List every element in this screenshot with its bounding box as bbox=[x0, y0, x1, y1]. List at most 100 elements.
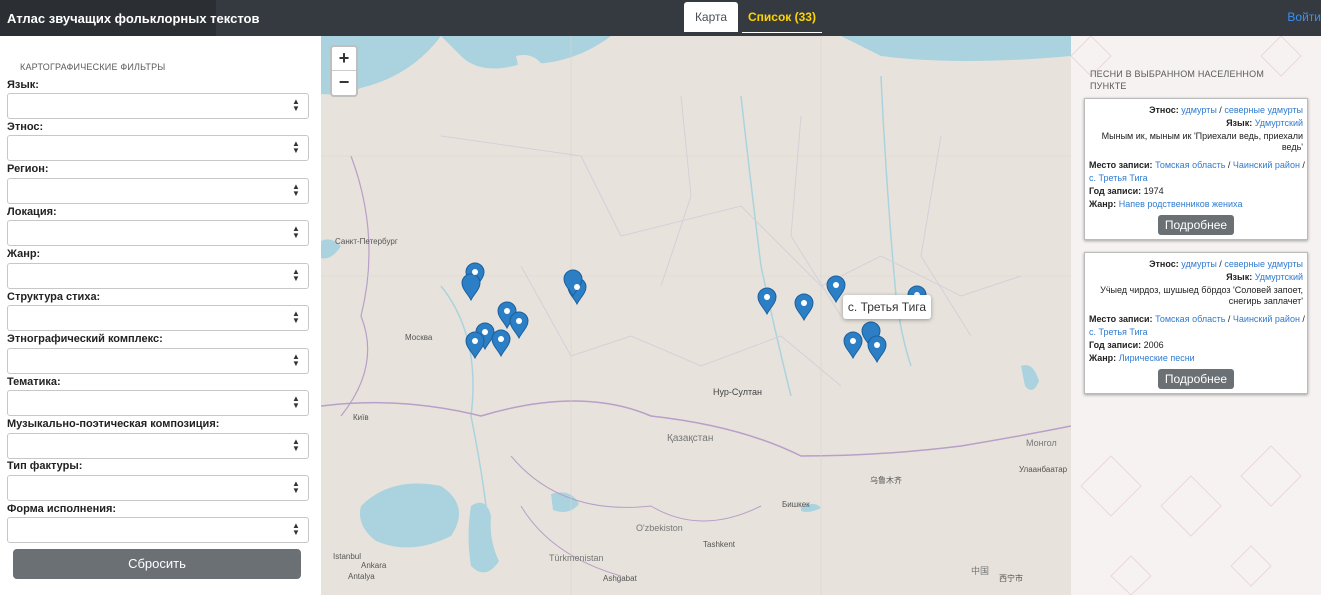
map-marker[interactable] bbox=[491, 329, 511, 358]
select-arrows-icon: ▲ ▼ bbox=[292, 267, 300, 283]
filter-label-genre: Жанр: bbox=[7, 248, 41, 260]
map-marker[interactable] bbox=[794, 293, 814, 322]
place-label-urumqi: 乌鲁木齐 bbox=[870, 475, 902, 485]
tab-map[interactable]: Карта bbox=[684, 2, 738, 32]
select-arrows-icon: ▲ ▼ bbox=[292, 309, 300, 325]
filter-label-language: Язык: bbox=[7, 79, 39, 91]
app-title-block: Атлас звучащих фольклорных текстов bbox=[0, 0, 259, 36]
place-label-ashgabat: Ashgabat bbox=[603, 574, 638, 583]
place-label-mongolia: Монгол bbox=[1026, 438, 1057, 448]
place-label-istanbul: Istanbul bbox=[333, 552, 361, 561]
select-arrows-icon: ▲ ▼ bbox=[292, 521, 300, 537]
filter-sidebar: КАРТОГРАФИЧЕСКИЕ ФИЛЬТРЫ Язык: ▲ ▼ Этнос:… bbox=[0, 36, 321, 595]
place-label-bishkek: Бишкек bbox=[782, 500, 810, 509]
caspian-sea bbox=[468, 502, 499, 573]
song-title: Уӵыед чирдоз, шушыед бöрдоз 'Соловей зап… bbox=[1100, 285, 1303, 306]
place-region-link[interactable]: Томская область bbox=[1155, 314, 1225, 324]
select-arrows-icon: ▲ ▼ bbox=[292, 352, 300, 368]
marker-dot bbox=[472, 338, 478, 344]
genre-link[interactable]: Лирические песни bbox=[1119, 353, 1195, 363]
place-label-turkmenistan: Türkmenistan bbox=[549, 553, 604, 563]
map-marker[interactable] bbox=[465, 331, 485, 360]
place-district-link[interactable]: Чаинский район bbox=[1233, 160, 1300, 170]
filter-select-verse-structure[interactable]: ▲ ▼ bbox=[7, 305, 309, 331]
filter-label-theme: Тематика: bbox=[7, 376, 61, 388]
marker-tooltip: с. Третья Тига bbox=[843, 295, 931, 319]
map-marker[interactable] bbox=[757, 287, 777, 316]
login-link[interactable]: Войти bbox=[1287, 10, 1321, 24]
arctic-coast bbox=[841, 36, 1071, 61]
place-label-kyiv: Київ bbox=[353, 413, 369, 422]
place-label-nur-sultan: Нур-Султан bbox=[713, 387, 762, 397]
tab-list[interactable]: Список (33) bbox=[742, 2, 822, 33]
place-label-ulaanbaatar: Улаанбаатар bbox=[1019, 465, 1068, 474]
filter-select-performance-form[interactable]: ▲ ▼ bbox=[7, 517, 309, 543]
zoom-in-button[interactable]: + bbox=[332, 47, 356, 71]
map-marker[interactable] bbox=[843, 331, 863, 360]
details-button[interactable]: Подробнее bbox=[1158, 369, 1234, 389]
place-label-moscow: Москва bbox=[405, 333, 433, 342]
reset-button[interactable]: Сбросить bbox=[13, 549, 301, 579]
select-arrows-icon: ▲ ▼ bbox=[292, 224, 300, 240]
select-arrows-icon: ▲ ▼ bbox=[292, 479, 300, 495]
russia-southern-border bbox=[321, 400, 1071, 457]
filter-select-texture-type[interactable]: ▲ ▼ bbox=[7, 475, 309, 501]
place-region-link[interactable]: Томская область bbox=[1155, 160, 1225, 170]
select-arrows-icon: ▲ ▼ bbox=[292, 394, 300, 410]
genre-link[interactable]: Напев родственников жениха bbox=[1119, 199, 1243, 209]
place-label-kazakhstan: Қазақстан bbox=[667, 433, 713, 444]
marker-dot bbox=[504, 308, 510, 314]
marker-dot bbox=[574, 284, 580, 290]
ob-river bbox=[740, 95, 792, 397]
filter-select-ethnographic-complex[interactable]: ▲ ▼ bbox=[7, 348, 309, 374]
marker-dot bbox=[801, 300, 807, 306]
zoom-control: + − bbox=[330, 45, 358, 97]
marker-dot bbox=[874, 342, 880, 348]
ethnos-link[interactable]: удмурты bbox=[1181, 105, 1217, 115]
map-marker[interactable] bbox=[461, 273, 481, 302]
filter-select-location[interactable]: ▲ ▼ bbox=[7, 220, 309, 246]
ethnos-label: Этнос: bbox=[1149, 105, 1179, 115]
volga-river bbox=[440, 285, 487, 507]
place-label-xining: 西宁市 bbox=[999, 573, 1023, 583]
place-label-uzbekistan: O'zbekiston bbox=[636, 523, 683, 533]
place-district-link[interactable]: Чаинский район bbox=[1233, 314, 1300, 324]
marker-dot bbox=[833, 282, 839, 288]
details-button[interactable]: Подробнее bbox=[1158, 215, 1234, 235]
ethnos-label: Этнос: bbox=[1149, 259, 1179, 269]
language-link[interactable]: Удмуртский bbox=[1255, 118, 1303, 128]
app-title[interactable]: Атлас звучащих фольклорных текстов bbox=[7, 11, 259, 26]
graticule bbox=[321, 155, 1071, 277]
filter-label-performance-form: Форма исполнения: bbox=[7, 503, 117, 515]
filter-select-region[interactable]: ▲ ▼ bbox=[7, 178, 309, 204]
yenisei-river bbox=[880, 75, 912, 367]
genre-row: Жанр: Лирические песни bbox=[1085, 352, 1307, 365]
song-title: Мыным ик, мыным ик 'Приехали ведь, приех… bbox=[1101, 131, 1303, 152]
marker-dot bbox=[498, 336, 504, 342]
filter-select-language[interactable]: ▲ ▼ bbox=[7, 93, 309, 119]
filter-select-composition[interactable]: ▲ ▼ bbox=[7, 433, 309, 459]
map-marker[interactable] bbox=[867, 335, 887, 364]
filter-select-ethnos[interactable]: ▲ ▼ bbox=[7, 135, 309, 161]
filter-label-region: Регион: bbox=[7, 163, 49, 175]
ethnos-sub-link[interactable]: северные удмурты bbox=[1224, 259, 1303, 269]
ethnos-link[interactable]: удмурты bbox=[1181, 259, 1217, 269]
place-label-spb: Санкт-Петербург bbox=[335, 237, 398, 246]
language-row: Язык: Удмуртский bbox=[1085, 271, 1307, 284]
zoom-out-button[interactable]: − bbox=[332, 71, 356, 95]
place-village-link[interactable]: с. Третья Тига bbox=[1089, 327, 1148, 337]
black-sea bbox=[360, 483, 459, 548]
language-link[interactable]: Удмуртский bbox=[1255, 272, 1303, 282]
filter-label-ethnos: Этнос: bbox=[7, 121, 44, 133]
filter-select-theme[interactable]: ▲ ▼ bbox=[7, 390, 309, 416]
genre-label: Жанр: bbox=[1089, 353, 1117, 363]
ethnos-sub-link[interactable]: северные удмурты bbox=[1224, 105, 1303, 115]
filter-select-genre[interactable]: ▲ ▼ bbox=[7, 263, 309, 289]
russia-western-border bbox=[340, 155, 370, 417]
kazakhstan-border bbox=[510, 455, 762, 522]
map-marker[interactable] bbox=[509, 311, 529, 340]
map-view[interactable]: Санкт-Петербург Москва Київ Нур-Султан Қ… bbox=[321, 36, 1071, 595]
year-row: Год записи: 1974 bbox=[1085, 185, 1307, 198]
place-village-link[interactable]: с. Третья Тига bbox=[1089, 173, 1148, 183]
filter-label-composition: Музыкально-поэтическая композиция: bbox=[7, 418, 220, 430]
